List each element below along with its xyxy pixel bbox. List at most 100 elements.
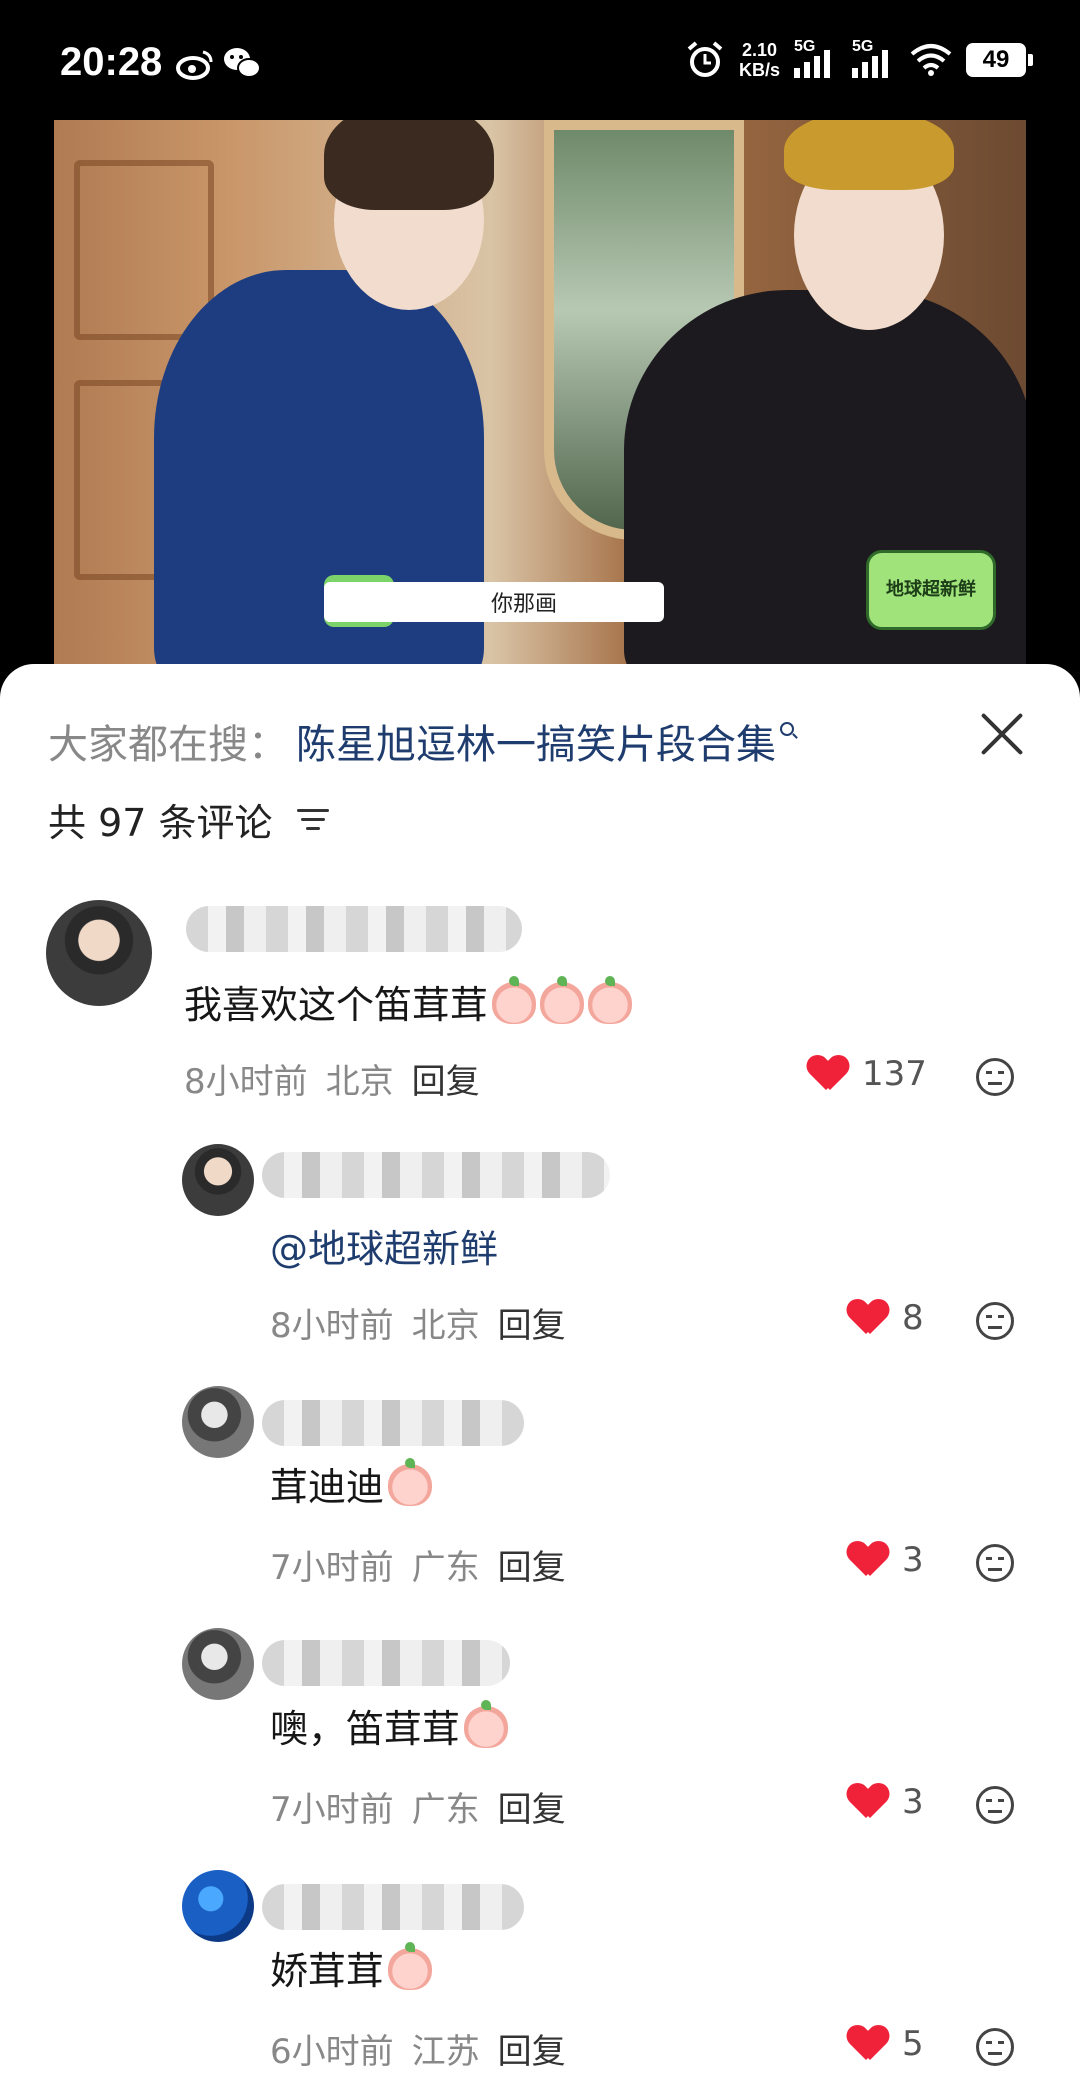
like-count: 8 — [902, 1298, 924, 1338]
comment-meta: 7小时前 广东 回复 — [270, 1540, 566, 1589]
comment-location: 北京 — [411, 1306, 480, 1346]
trending-search[interactable]: 大家都在搜： 陈星旭逗林一搞笑片段合集 — [48, 712, 794, 770]
status-indicators: 2.10 KB/s 5G 5G 49 — [685, 38, 1033, 80]
signal-5g-2: 5G — [852, 38, 896, 78]
avatar[interactable] — [182, 1144, 254, 1216]
comment-text[interactable]: @地球超新鲜 — [270, 1218, 498, 1273]
comment-text: 我喜欢这个笛茸茸 — [184, 974, 633, 1029]
sort-filter-icon[interactable] — [296, 807, 329, 833]
video-player[interactable]: 林一 你那画 地球超新鲜 — [54, 120, 1026, 670]
comment-item: 我喜欢这个笛茸茸 8小时前 北京 回复 137 — [0, 900, 1080, 1102]
reply-button[interactable]: 回复 — [498, 1298, 566, 1347]
comment-meta: 8小时前 北京 回复 — [184, 1054, 480, 1103]
signal-5g-1: 5G — [794, 38, 838, 78]
avatar[interactable] — [182, 1386, 254, 1458]
username-redacted[interactable] — [262, 1640, 510, 1686]
reply-item: @地球超新鲜 8小时前 北京 回复 8 — [0, 1144, 1080, 1346]
like-button[interactable]: 3 — [848, 1540, 924, 1580]
comment-text-content: 我喜欢这个笛茸茸 — [184, 983, 489, 1027]
trending-search-prefix: 大家都在搜： — [48, 722, 288, 768]
comment-meta: 8小时前 北京 回复 — [270, 1298, 566, 1347]
username-redacted[interactable] — [262, 1400, 524, 1446]
close-icon[interactable] — [978, 710, 1026, 758]
username-redacted[interactable] — [262, 1884, 524, 1930]
comment-location: 广东 — [411, 1790, 480, 1830]
video-subtitle: 你那画 — [324, 582, 664, 622]
wifi-icon — [910, 44, 952, 76]
comment-text: 茸迪迪 — [270, 1456, 433, 1511]
dislike-icon[interactable] — [976, 1544, 1014, 1582]
heart-icon — [808, 1056, 848, 1092]
network-type-label: 5G — [794, 38, 816, 55]
comment-location: 北京 — [325, 1062, 394, 1102]
avatar[interactable] — [182, 1628, 254, 1700]
peach-emoji-icon — [588, 976, 633, 1024]
reply-item: 噢，笛茸茸 7小时前 广东 回复 3 — [0, 1628, 1080, 1830]
peach-emoji-icon — [388, 1942, 433, 1990]
dislike-icon[interactable] — [976, 1058, 1014, 1096]
comment-time: 8小时前 — [184, 1062, 308, 1102]
dislike-icon[interactable] — [976, 2028, 1014, 2066]
avatar[interactable] — [46, 900, 152, 1006]
comment-time: 7小时前 — [270, 1548, 394, 1588]
dislike-icon[interactable] — [976, 1302, 1014, 1340]
search-icon — [780, 722, 794, 736]
heart-icon — [848, 1542, 888, 1578]
battery-indicator: 49 — [966, 43, 1033, 77]
weibo-icon — [176, 50, 213, 80]
comment-count: 共 97 条评论 — [48, 801, 273, 845]
avatar[interactable] — [182, 1870, 254, 1942]
peach-emoji-icon — [464, 1700, 509, 1748]
peach-emoji-icon — [540, 976, 585, 1024]
comment-text-content: 茸迪迪 — [270, 1465, 385, 1509]
like-count: 137 — [862, 1054, 927, 1094]
reply-button[interactable]: 回复 — [412, 1054, 480, 1103]
like-count: 5 — [902, 2024, 924, 2064]
comment-time: 8小时前 — [270, 1306, 394, 1346]
person-right-hat — [784, 120, 954, 190]
peach-emoji-icon — [388, 1458, 433, 1506]
heart-icon — [848, 1784, 888, 1820]
reply-button[interactable]: 回复 — [498, 1782, 566, 1831]
comment-time: 6小时前 — [270, 2032, 394, 2072]
heart-icon — [848, 1300, 888, 1336]
network-speed: 2.10 KB/s — [739, 40, 780, 80]
network-type-label: 5G — [852, 38, 874, 55]
dislike-icon[interactable] — [976, 1786, 1014, 1824]
heart-icon — [848, 2026, 888, 2062]
wechat-icon — [224, 48, 261, 78]
speed-unit: KB/s — [738, 60, 780, 80]
status-time: 20:28 — [60, 40, 163, 84]
comments-sheet: 大家都在搜： 陈星旭逗林一搞笑片段合集 共 97 条评论 我喜欢这个笛茸茸 8小… — [0, 664, 1080, 2094]
reply-button[interactable]: 回复 — [498, 1540, 566, 1589]
comment-location: 广东 — [411, 1548, 480, 1588]
comments-header: 共 97 条评论 — [48, 792, 329, 847]
reply-item: 娇茸茸 6小时前 江苏 回复 5 — [0, 1870, 1080, 2072]
speed-value: 2.10 — [741, 40, 778, 60]
like-count: 3 — [902, 1782, 924, 1822]
reply-item: 茸迪迪 7小时前 广东 回复 3 — [0, 1386, 1080, 1588]
username-redacted[interactable] — [262, 1152, 610, 1198]
alarm-icon — [687, 41, 723, 77]
background-panel — [74, 160, 214, 340]
comment-text-content: 娇茸茸 — [270, 1949, 385, 1993]
subtitle-text: 你那画 — [490, 592, 557, 617]
comment-text: 噢，笛茸茸 — [270, 1698, 509, 1753]
status-bar: 20:28 2.10 KB/s 5G 5G 49 — [0, 0, 1080, 120]
show-logo: 地球超新鲜 — [866, 550, 996, 630]
comment-meta: 6小时前 江苏 回复 — [270, 2024, 566, 2073]
comment-text: 娇茸茸 — [270, 1940, 433, 1995]
peach-emoji-icon — [492, 976, 537, 1024]
comment-time: 7小时前 — [270, 1790, 394, 1830]
like-count: 3 — [902, 1540, 924, 1580]
comment-text-content: 噢，笛茸茸 — [270, 1707, 461, 1751]
like-button[interactable]: 5 — [848, 2024, 924, 2064]
like-button[interactable]: 3 — [848, 1782, 924, 1822]
trending-search-term[interactable]: 陈星旭逗林一搞笑片段合集 — [296, 712, 776, 770]
reply-button[interactable]: 回复 — [498, 2024, 566, 2073]
person-left-hair — [324, 120, 494, 210]
like-button[interactable]: 8 — [848, 1298, 924, 1338]
like-button[interactable]: 137 — [808, 1054, 927, 1094]
username-redacted[interactable] — [186, 906, 522, 952]
comment-meta: 7小时前 广东 回复 — [270, 1782, 566, 1831]
